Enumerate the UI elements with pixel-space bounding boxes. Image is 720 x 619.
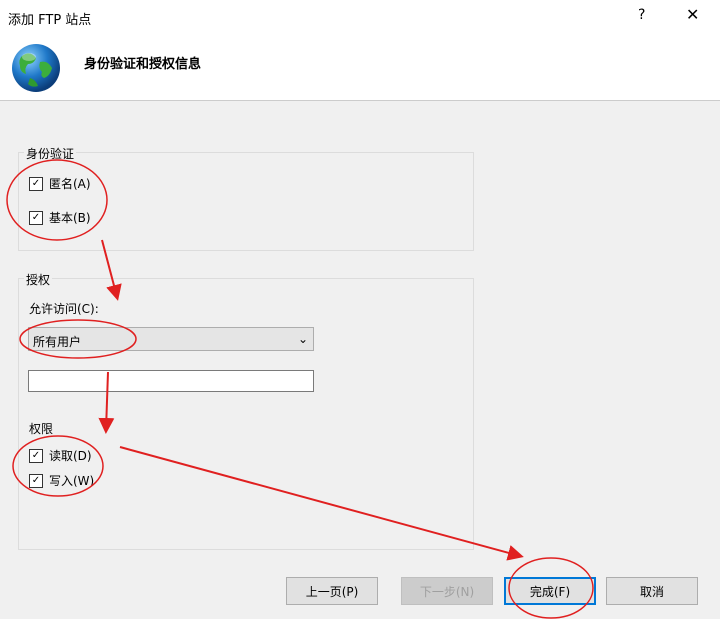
annotation-arrow-2 [98, 371, 115, 434]
annotation-circle-access [19, 319, 137, 359]
annotation-circle-finish [508, 557, 594, 619]
annotation-arrow-1 [101, 239, 122, 301]
add-ftp-site-dialog: 添加 FTP 站点 ? ✕ 身份验证和授权信息 身份验证 ✓ 匿名(A) ✓ 基… [0, 0, 720, 619]
annotation-overlay [6, 159, 594, 619]
annotation-arrow-3 [119, 446, 524, 561]
annotation-circle-permissions [12, 435, 104, 497]
annotation-circle-auth [6, 159, 108, 241]
